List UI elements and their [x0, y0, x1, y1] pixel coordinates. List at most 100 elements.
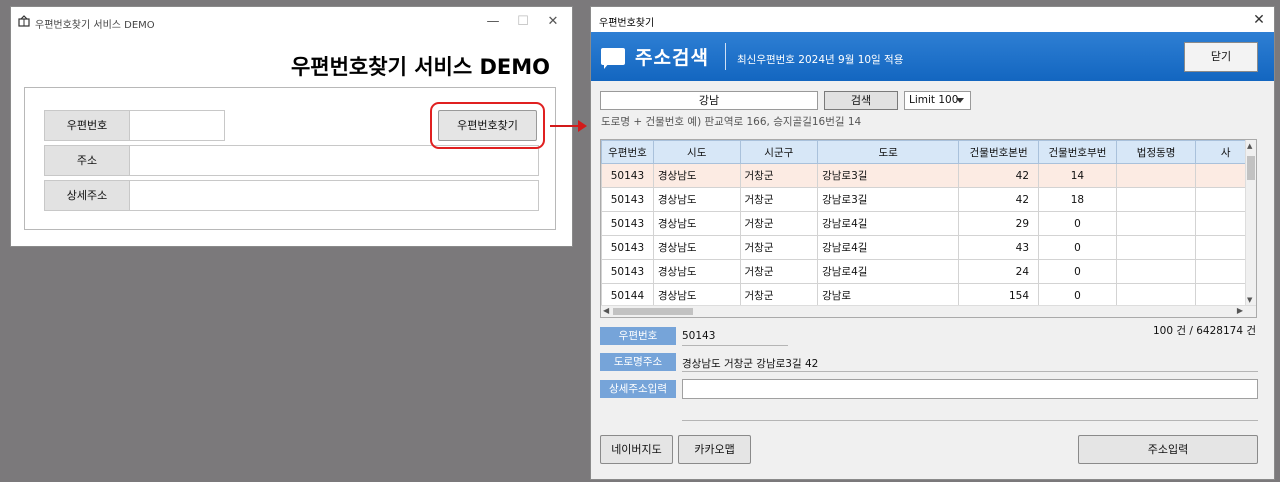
table-cell: 경상남도 [652, 211, 741, 236]
column-header[interactable]: 법정동명 [1115, 140, 1197, 164]
table-cell: 강남로4길 [817, 211, 960, 236]
table-row[interactable]: 50143 경상남도 거창군 강남로4길 29 0 [601, 211, 1256, 236]
column-header[interactable]: 우편번호 [601, 140, 654, 164]
table-cell [1115, 235, 1197, 260]
table-cell: 14 [1038, 163, 1117, 188]
table-cell: 강남로4길 [817, 235, 960, 260]
table-cell: 29 [958, 211, 1040, 236]
column-header[interactable]: 건물번호본번 [958, 140, 1040, 164]
table-cell: 강남로3길 [817, 187, 960, 212]
table-row[interactable]: 50143 경상남도 거창군 강남로3길 42 14 [601, 163, 1256, 188]
scroll-right-icon[interactable]: ▶ [1237, 306, 1243, 315]
zip-label: 우편번호 [600, 327, 676, 345]
table-cell: 거창군 [739, 259, 819, 284]
table-cell: 경상남도 [652, 235, 741, 260]
detail-address-input[interactable] [682, 379, 1258, 399]
table-row[interactable]: 50144 경상남도 거창군 강남로 154 0 [601, 283, 1256, 308]
table-cell: 50143 [601, 259, 654, 284]
scroll-thumb[interactable] [1247, 156, 1255, 180]
scroll-left-icon[interactable]: ◀ [603, 306, 609, 315]
table-cell [1115, 259, 1197, 284]
table-row[interactable]: 50143 경상남도 거창군 강남로4길 24 0 [601, 259, 1256, 284]
column-header[interactable]: 시도 [652, 140, 741, 164]
grid-header-row: 우편번호 시도 시군구 도로 건물번호본번 건물번호부번 법정동명 사 [601, 140, 1256, 164]
address-search-window: 우편번호찾기 ✕ 주소검색 최신우편번호 2024년 9월 10일 적용 닫기 … [590, 6, 1275, 480]
close-icon[interactable]: ✕ [538, 11, 568, 33]
result-count: 100 건 / 6428174 건 [1152, 325, 1256, 337]
window-title: 우편번호찾기 서비스 DEMO [35, 20, 155, 31]
find-zip-button[interactable]: 우편번호찾기 [438, 110, 537, 141]
table-cell: 50144 [601, 283, 654, 308]
table-cell: 0 [1038, 259, 1117, 284]
table-cell: 경상남도 [652, 259, 741, 284]
table-cell: 50143 [601, 235, 654, 260]
column-header[interactable]: 건물번호부번 [1038, 140, 1117, 164]
scroll-up-icon[interactable]: ▲ [1247, 142, 1252, 150]
app-icon [18, 15, 30, 27]
address-field[interactable] [129, 145, 539, 176]
scroll-thumb[interactable] [613, 308, 693, 315]
scroll-down-icon[interactable]: ▼ [1247, 296, 1252, 304]
table-cell: 거창군 [739, 211, 819, 236]
address-input-button[interactable]: 주소입력 [1078, 435, 1258, 464]
zip-label: 우편번호 [44, 110, 130, 141]
table-cell: 강남로4길 [817, 259, 960, 284]
search-button[interactable]: 검색 [824, 91, 898, 110]
maximize-icon[interactable]: ☐ [508, 11, 538, 33]
table-cell: 24 [958, 259, 1040, 284]
table-cell: 0 [1038, 211, 1117, 236]
close-icon[interactable]: ✕ [1244, 9, 1274, 31]
address-form: 우편번호 주소 상세주소 우편번호찾기 [24, 87, 556, 230]
minimize-icon[interactable]: — [478, 11, 508, 33]
table-row[interactable]: 50143 경상남도 거창군 강남로4길 43 0 [601, 235, 1256, 260]
kakao-map-button[interactable]: 카카오맵 [678, 435, 751, 464]
horizontal-scrollbar[interactable]: ◀ ▶ [601, 305, 1256, 317]
grid-body: 50143 경상남도 거창군 강남로3길 42 14 50143 경상남도 거창군 강남로3길 42… [601, 163, 1256, 308]
address-label: 주소 [44, 145, 130, 176]
zip-value: 50143 [682, 330, 716, 342]
table-row[interactable]: 50143 경상남도 거창군 강남로3길 42 18 [601, 187, 1256, 212]
table-cell: 경상남도 [652, 163, 741, 188]
close-button[interactable]: 닫기 [1184, 42, 1258, 72]
results-table: 우편번호 시도 시군구 도로 건물번호본번 건물번호부번 법정동명 사 50143 경상남도 거창… [601, 140, 1256, 308]
arrow-head-icon [578, 120, 587, 132]
table-cell: 42 [958, 163, 1040, 188]
zip-field[interactable] [129, 110, 225, 141]
page-title: 우편번호찾기 서비스 DEMO [290, 55, 550, 79]
search-input[interactable]: 강남 [600, 91, 818, 110]
limit-select-value: Limit 100 [909, 94, 959, 106]
road-address-value: 경상남도 거창군 강남로3길 42 [682, 358, 819, 370]
divider [682, 420, 1258, 421]
table-cell [1115, 283, 1197, 308]
table-cell: 42 [958, 187, 1040, 212]
table-cell: 50143 [601, 211, 654, 236]
table-cell: 경상남도 [652, 283, 741, 308]
vertical-scrollbar[interactable]: ▲ ▼ [1245, 140, 1256, 306]
speech-bubble-icon [601, 48, 625, 69]
table-cell [1115, 187, 1197, 212]
results-grid[interactable]: 우편번호 시도 시군구 도로 건물번호본번 건물번호부번 법정동명 사 50143 경상남도 거창… [600, 139, 1257, 318]
table-cell: 거창군 [739, 235, 819, 260]
table-cell: 154 [958, 283, 1040, 308]
detail-address-field[interactable] [129, 180, 539, 211]
road-address-label: 도로명주소 [600, 353, 676, 371]
table-cell: 0 [1038, 283, 1117, 308]
table-cell: 43 [958, 235, 1040, 260]
table-cell [1115, 211, 1197, 236]
chevron-down-icon [956, 98, 964, 103]
table-cell: 경상남도 [652, 187, 741, 212]
search-hint: 도로명 + 건물번호 예) 판교역로 166, 승지골길16번길 14 [601, 116, 862, 128]
zip-underline [682, 345, 788, 346]
table-cell: 강남로 [817, 283, 960, 308]
demo-window: 우편번호찾기 서비스 DEMO — ☐ ✕ 우편번호찾기 서비스 DEMO 우편… [10, 6, 573, 247]
column-header[interactable]: 시군구 [739, 140, 819, 164]
table-cell [1115, 163, 1197, 188]
table-cell: 강남로3길 [817, 163, 960, 188]
title-bar: 우편번호찾기 ✕ [591, 7, 1274, 32]
arrow-line [550, 125, 580, 127]
naver-map-button[interactable]: 네이버지도 [600, 435, 673, 464]
limit-select[interactable]: Limit 100 [904, 91, 971, 110]
detail-address-label: 상세주소 [44, 180, 130, 211]
table-cell: 50143 [601, 163, 654, 188]
column-header[interactable]: 도로 [817, 140, 960, 164]
